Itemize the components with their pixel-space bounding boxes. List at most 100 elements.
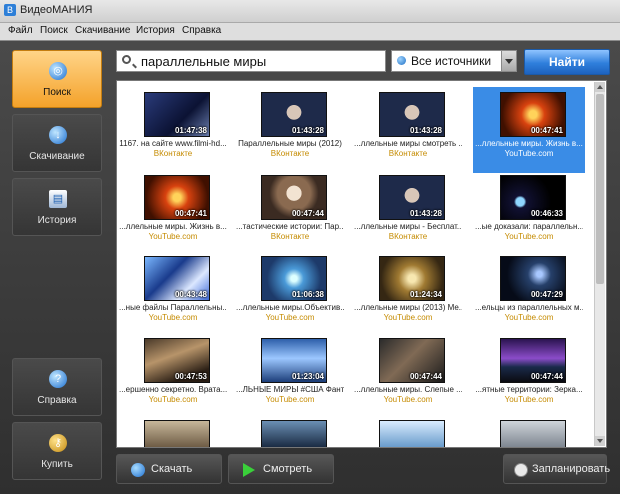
video-thumbnail[interactable]	[261, 420, 327, 447]
result-tile[interactable]	[473, 415, 585, 447]
window-title: ВидеоМАНИЯ	[20, 4, 93, 16]
video-title: Параллельные миры (2012)	[238, 139, 342, 148]
sidebar-item-label: История	[37, 215, 77, 226]
result-tile[interactable]	[352, 415, 464, 447]
clock-icon	[514, 463, 528, 477]
video-thumbnail[interactable]: 00:47:41	[500, 92, 566, 137]
result-tile[interactable]: 01:43:28 Параллельные миры (2012) ВКонтакт…	[234, 87, 346, 173]
video-source: YouTube.com	[504, 149, 554, 158]
video-thumbnail[interactable]: 01:24:34	[379, 256, 445, 301]
sidebar-item-buy[interactable]: ⚷ Купить	[12, 422, 102, 480]
sidebar-item-download[interactable]: ↓ Скачивание	[12, 114, 102, 172]
sidebar-item-label: Купить	[41, 459, 73, 470]
video-thumbnail[interactable]: 00:43:48	[144, 256, 210, 301]
video-thumbnail[interactable]: 01:47:38	[144, 92, 210, 137]
menu-download[interactable]: Скачивание	[75, 25, 130, 36]
video-thumbnail[interactable]: 00:47:53	[144, 338, 210, 383]
video-thumbnail[interactable]: 00:47:44	[500, 338, 566, 383]
video-title: 1167. на сайте www.filmi-hd...	[119, 139, 227, 148]
watch-button[interactable]: Смотреть	[228, 454, 334, 484]
video-thumbnail[interactable]: 01:43:28	[379, 175, 445, 220]
scrollbar-thumb[interactable]	[596, 94, 604, 284]
result-tile[interactable]: 00:47:41 ...ллельные миры. Жизнь в... YouT…	[473, 87, 585, 173]
video-title: ...ые доказали: параллельн...	[475, 222, 583, 231]
video-source: YouTube.com	[383, 313, 433, 322]
search-field[interactable]	[116, 50, 386, 72]
video-source: YouTube.com	[383, 395, 433, 404]
video-duration: 00:47:44	[291, 209, 324, 218]
video-thumbnail[interactable]: 00:47:44	[379, 338, 445, 383]
sidebar-item-search[interactable]: ◎ Поиск	[12, 50, 102, 108]
find-button[interactable]: Найти	[524, 49, 610, 75]
app-window: В ВидеоМАНИЯ Файл Поиск Скачивание Истор…	[0, 0, 620, 494]
download-button[interactable]: Скачать	[116, 454, 222, 484]
video-thumbnail[interactable]: 01:23:04	[261, 338, 327, 383]
video-thumbnail[interactable]	[144, 420, 210, 447]
video-title: ...ллельные миры. Слепые ...	[354, 385, 462, 394]
result-tile[interactable]: 00:47:41 ...ллельные миры. Жизнь в... YouT…	[117, 170, 229, 256]
video-thumbnail[interactable]: 00:47:44	[261, 175, 327, 220]
schedule-button[interactable]: Запланировать	[503, 454, 611, 484]
video-source: YouTube.com	[504, 313, 554, 322]
video-thumbnail[interactable]	[500, 420, 566, 447]
video-source: ВКонтакте	[388, 232, 428, 241]
result-tile[interactable]: 01:43:28 ...ллельные миры смотреть ... ВКо…	[352, 87, 464, 173]
video-thumbnail[interactable]: 00:46:33	[500, 175, 566, 220]
video-source: ВКонтакте	[388, 149, 428, 158]
result-tile[interactable]: 01:23:04 ...ЛЬНЫЕ МИРЫ #США Фант... YouTub…	[234, 333, 346, 419]
results-scrollbar[interactable]	[594, 82, 605, 446]
download-button-label: Скачать	[151, 463, 193, 475]
sidebar-item-label: Скачивание	[29, 151, 85, 162]
result-tile[interactable]: 00:47:53 ...ершенно секретно. Врата... You…	[117, 333, 229, 419]
sidebar-item-label: Поиск	[43, 87, 71, 98]
video-thumbnail[interactable]: 00:47:29	[500, 256, 566, 301]
result-tile[interactable]: 01:24:34 ...ллельные миры (2013) Ме... You…	[352, 251, 464, 337]
result-tile[interactable]: 00:47:44 ...тастические истории: Пар... ВК…	[234, 170, 346, 256]
video-title: ...ллельные миры. Жизнь в...	[475, 139, 583, 148]
video-thumbnail[interactable]: 01:43:28	[261, 92, 327, 137]
video-source: YouTube.com	[148, 313, 198, 322]
scroll-up-icon[interactable]	[595, 82, 605, 92]
video-duration: 01:24:34	[409, 290, 442, 299]
result-tile[interactable]: 01:43:28 ...ллельные миры - Бесплат... ВКо…	[352, 170, 464, 256]
source-selected-value: Все источники	[411, 54, 492, 68]
result-tile[interactable]: 00:47:29 ...ельцы из параллельных м... You…	[473, 251, 585, 337]
menu-file[interactable]: Файл	[8, 25, 33, 36]
video-duration: 00:47:29	[530, 290, 563, 299]
video-duration: 01:43:28	[409, 209, 442, 218]
scroll-down-icon[interactable]	[595, 436, 605, 446]
sidebar-item-help[interactable]: ? Справка	[12, 358, 102, 416]
video-source: YouTube.com	[265, 313, 315, 322]
app-logo-icon: В	[4, 4, 16, 16]
result-tile[interactable]: 00:46:33 ...ые доказали: параллельн... You…	[473, 170, 585, 256]
video-source: YouTube.com	[504, 232, 554, 241]
video-source: ВКонтакте	[270, 149, 310, 158]
result-tile[interactable]	[117, 415, 229, 447]
source-dropdown[interactable]: Все источники	[391, 50, 517, 72]
chevron-down-icon[interactable]	[501, 51, 516, 71]
video-thumbnail[interactable]: 01:06:38	[261, 256, 327, 301]
menu-bar: Файл Поиск Скачивание История Справка	[0, 23, 620, 41]
video-source: YouTube.com	[265, 395, 315, 404]
result-tile[interactable]: 01:06:38 ...ллельные миры.Объектив... YouT…	[234, 251, 346, 337]
title-bar: В ВидеоМАНИЯ	[0, 0, 620, 23]
menu-search[interactable]: Поиск	[40, 25, 68, 36]
search-input[interactable]	[141, 52, 381, 70]
video-title: ...ллельные миры - Бесплат...	[354, 222, 462, 231]
schedule-button-label: Запланировать	[532, 463, 611, 475]
result-tile[interactable]: 01:47:38 1167. на сайте www.filmi-hd... ВК…	[117, 87, 229, 173]
sidebar-item-history[interactable]: ▤ История	[12, 178, 102, 236]
result-tile[interactable]: 00:47:44 ...ятные территории: Зерка... You…	[473, 333, 585, 419]
video-title: ...ные файлы Параллельны...	[119, 303, 227, 312]
result-tile[interactable]: 00:47:44 ...ллельные миры. Слепые ... YouT…	[352, 333, 464, 419]
video-thumbnail[interactable]	[379, 420, 445, 447]
result-tile[interactable]: 00:43:48 ...ные файлы Параллельны... YouTu…	[117, 251, 229, 337]
menu-help[interactable]: Справка	[182, 25, 221, 36]
video-thumbnail[interactable]: 01:43:28	[379, 92, 445, 137]
video-source: YouTube.com	[148, 232, 198, 241]
result-tile[interactable]	[234, 415, 346, 447]
results-grid: 01:47:38 1167. на сайте www.filmi-hd... ВК…	[116, 80, 607, 448]
menu-history[interactable]: История	[136, 25, 175, 36]
video-duration: 00:43:48	[174, 290, 207, 299]
video-thumbnail[interactable]: 00:47:41	[144, 175, 210, 220]
